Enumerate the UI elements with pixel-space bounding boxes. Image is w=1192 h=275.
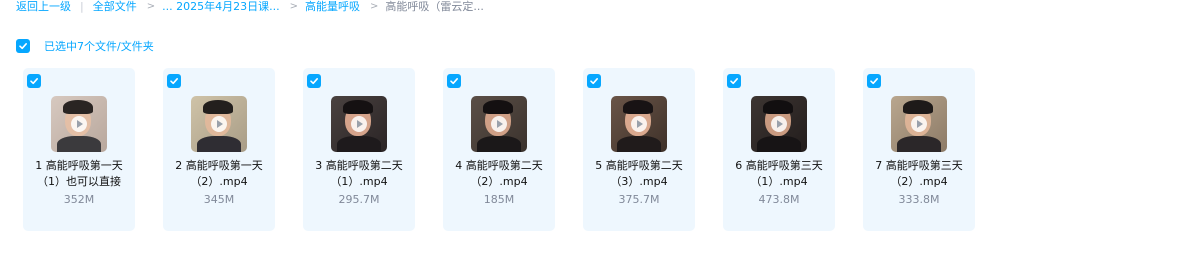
chevron-right-icon: >	[289, 1, 298, 12]
breadcrumb-divider: |	[80, 0, 84, 13]
chevron-right-icon: >	[369, 1, 379, 12]
file-checkbox[interactable]	[307, 74, 321, 88]
select-all-row: 已选中7个文件/文件夹	[16, 39, 154, 53]
video-thumbnail[interactable]	[191, 96, 247, 152]
file-size: 352M	[63, 193, 95, 206]
video-thumbnail[interactable]	[471, 96, 527, 152]
file-checkbox[interactable]	[27, 74, 41, 88]
checkmark-icon	[310, 78, 318, 85]
checkmark-icon	[450, 78, 458, 85]
file-name: 3 高能呼吸第二天 （1）.mp4	[315, 159, 403, 188]
breadcrumb-all-files[interactable]: 全部文件	[93, 0, 137, 14]
back-link[interactable]: 返回上一级	[16, 0, 71, 14]
breadcrumb: 返回上一级 | 全部文件 > ... 2025年4月23日课... > 高能量呼…	[16, 0, 484, 14]
file-grid: 1 高能呼吸第一天 （1）也可以直接 352M 2 高能呼吸第一天 （2）.mp4 …	[23, 68, 1003, 231]
video-thumbnail[interactable]	[891, 96, 947, 152]
video-thumbnail[interactable]	[611, 96, 667, 152]
file-card[interactable]: 4 高能呼吸第二天 （2）.mp4 185M	[443, 68, 555, 231]
file-size: 295.7M	[338, 193, 380, 206]
file-size: 473.8M	[758, 193, 800, 206]
checkmark-icon	[30, 78, 38, 85]
breadcrumb-current: 高能呼吸（雷云定...	[385, 0, 484, 13]
play-icon	[491, 116, 507, 132]
breadcrumb-folder[interactable]: 高能量呼吸	[305, 0, 360, 14]
breadcrumb-ellipsis-folder[interactable]: ... 2025年4月23日课...	[162, 0, 279, 14]
file-name: 1 高能呼吸第一天 （1）也可以直接	[35, 159, 123, 188]
file-size: 375.7M	[618, 193, 660, 206]
file-checkbox[interactable]	[727, 74, 741, 88]
play-icon	[71, 116, 87, 132]
file-size: 185M	[483, 193, 515, 206]
checkmark-icon	[590, 78, 598, 85]
play-icon	[771, 116, 787, 132]
file-checkbox[interactable]	[867, 74, 881, 88]
file-name: 6 高能呼吸第三天 （1）.mp4	[735, 159, 823, 188]
play-icon	[631, 116, 647, 132]
file-name: 4 高能呼吸第二天 （2）.mp4	[455, 159, 543, 188]
file-card[interactable]: 5 高能呼吸第二天 （3）.mp4 375.7M	[583, 68, 695, 231]
file-checkbox[interactable]	[167, 74, 181, 88]
file-name: 5 高能呼吸第二天 （3）.mp4	[595, 159, 683, 188]
file-name: 2 高能呼吸第一天 （2）.mp4	[175, 159, 263, 188]
selection-count-label: 已选中7个文件/文件夹	[44, 40, 154, 53]
file-size: 333.8M	[898, 193, 940, 206]
file-checkbox[interactable]	[447, 74, 461, 88]
play-icon	[211, 116, 227, 132]
file-size: 345M	[203, 193, 235, 206]
file-checkbox[interactable]	[587, 74, 601, 88]
checkmark-icon	[170, 78, 178, 85]
video-thumbnail[interactable]	[751, 96, 807, 152]
checkmark-icon	[730, 78, 738, 85]
video-thumbnail[interactable]	[331, 96, 387, 152]
checkmark-icon	[870, 78, 878, 85]
file-card[interactable]: 7 高能呼吸第三天 （2）.mp4 333.8M	[863, 68, 975, 231]
file-card[interactable]: 2 高能呼吸第一天 （2）.mp4 345M	[163, 68, 275, 231]
file-card[interactable]: 1 高能呼吸第一天 （1）也可以直接 352M	[23, 68, 135, 231]
select-all-checkbox[interactable]	[16, 39, 30, 53]
checkmark-icon	[19, 43, 27, 50]
file-card[interactable]: 3 高能呼吸第二天 （1）.mp4 295.7M	[303, 68, 415, 231]
file-card[interactable]: 6 高能呼吸第三天 （1）.mp4 473.8M	[723, 68, 835, 231]
play-icon	[351, 116, 367, 132]
file-name: 7 高能呼吸第三天 （2）.mp4	[875, 159, 963, 188]
chevron-right-icon: >	[146, 1, 156, 12]
video-thumbnail[interactable]	[51, 96, 107, 152]
play-icon	[911, 116, 927, 132]
